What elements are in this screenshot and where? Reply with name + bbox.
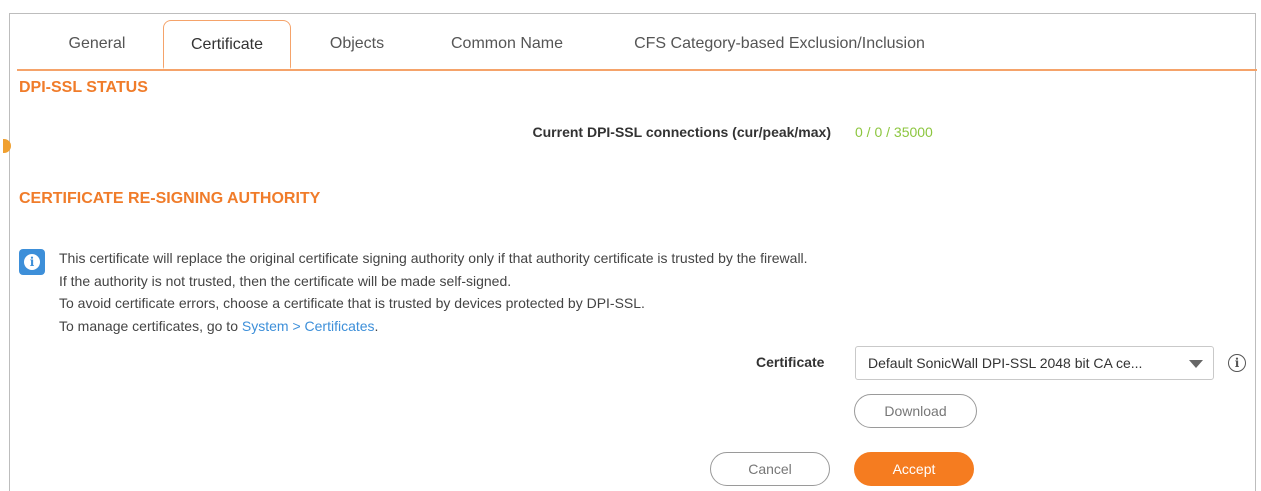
cancel-button[interactable]: Cancel xyxy=(710,452,830,486)
tab-objects[interactable]: Objects xyxy=(312,20,402,68)
certificate-select[interactable]: Default SonicWall DPI-SSL 2048 bit CA ce… xyxy=(855,346,1214,380)
certificate-select-value: Default SonicWall DPI-SSL 2048 bit CA ce… xyxy=(868,355,1143,371)
tab-general[interactable]: General xyxy=(47,20,147,68)
tab-common-name[interactable]: Common Name xyxy=(437,20,577,68)
help-icon[interactable]: i xyxy=(1228,354,1246,372)
info-line-4: To manage certificates, go to System > C… xyxy=(59,315,808,338)
info-line-1: This certificate will replace the origin… xyxy=(59,250,808,266)
info-icon: i xyxy=(19,249,45,275)
chevron-down-icon xyxy=(1189,360,1203,368)
info-message: This certificate will replace the origin… xyxy=(59,247,808,337)
connections-value: 0 / 0 / 35000 xyxy=(855,124,933,140)
info-line-3: To avoid certificate errors, choose a ce… xyxy=(59,295,645,311)
info-line-2: If the authority is not trusted, then th… xyxy=(59,272,512,289)
certificate-label: Certificate xyxy=(756,354,825,370)
tab-certificate[interactable]: Certificate xyxy=(163,20,291,69)
manage-prefix: To manage certificates, go to xyxy=(59,317,242,334)
resigning-authority-title: CERTIFICATE RE-SIGNING AUTHORITY xyxy=(19,190,321,207)
manage-suffix: . xyxy=(374,317,379,334)
tab-cfs-exclusion[interactable]: CFS Category-based Exclusion/Inclusion xyxy=(617,20,942,68)
accept-button[interactable]: Accept xyxy=(854,452,974,486)
download-button[interactable]: Download xyxy=(854,394,977,428)
tab-bar: General Certificate Objects Common Name … xyxy=(17,20,1257,71)
system-certificates-link[interactable]: System > Certificates xyxy=(242,318,375,334)
connections-label: Current DPI-SSL connections (cur/peak/ma… xyxy=(532,124,831,140)
dpi-ssl-status-title: DPI-SSL STATUS xyxy=(19,79,148,96)
